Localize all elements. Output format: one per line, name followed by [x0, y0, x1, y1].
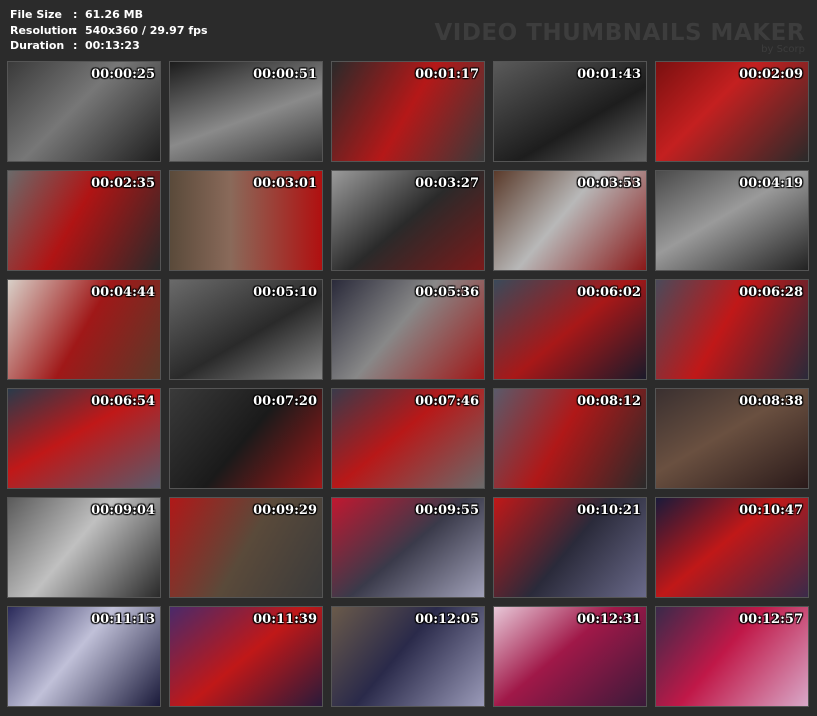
file-info: File Size : 61.26 MB Resolution : 540x36…: [10, 7, 208, 54]
video-thumbnail[interactable]: 00:05:36: [331, 279, 485, 380]
thumbnail-timestamp: 00:11:13: [91, 612, 155, 627]
duration-value: 00:13:23: [85, 39, 140, 52]
thumbnail-timestamp: 00:08:38: [739, 394, 803, 409]
video-thumbnail[interactable]: 00:03:27: [331, 170, 485, 271]
video-thumbnail[interactable]: 00:03:53: [493, 170, 647, 271]
brand-subtitle: by Scorp: [761, 44, 805, 55]
colon: :: [73, 23, 78, 37]
video-thumbnail[interactable]: 00:00:25: [7, 61, 161, 162]
resolution-value: 540x360 / 29.97 fps: [85, 23, 208, 37]
thumbnail-timestamp: 00:10:47: [739, 503, 803, 518]
thumbnail-timestamp: 00:12:31: [577, 612, 641, 627]
thumbnail-timestamp: 00:02:09: [739, 67, 803, 82]
video-thumbnail[interactable]: 00:03:01: [169, 170, 323, 271]
thumbnail-timestamp: 00:05:36: [415, 285, 479, 300]
brand-watermark: VIDEO THUMBNAILS MAKER by Scorp: [434, 20, 805, 55]
thumbnail-timestamp: 00:03:27: [415, 176, 479, 191]
video-thumbnail[interactable]: 00:00:51: [169, 61, 323, 162]
video-thumbnail[interactable]: 00:05:10: [169, 279, 323, 380]
video-thumbnail[interactable]: 00:02:09: [655, 61, 809, 162]
video-thumbnail[interactable]: 00:11:39: [169, 606, 323, 707]
thumbnail-timestamp: 00:12:05: [415, 612, 479, 627]
file-size-row: File Size : 61.26 MB: [10, 7, 208, 23]
thumbnail-grid: 00:00:25 00:00:51 00:01:17 00:01:43 00:02:09…: [4, 60, 814, 714]
thumbnail-timestamp: 00:01:43: [577, 67, 641, 82]
thumbnail-timestamp: 00:02:35: [91, 176, 155, 191]
thumbnail-timestamp: 00:12:57: [739, 612, 803, 627]
video-thumbnail[interactable]: 00:06:02: [493, 279, 647, 380]
video-thumbnail[interactable]: 00:06:54: [7, 388, 161, 489]
duration-label: Duration: [10, 39, 65, 52]
resolution-label: Resolution: [10, 23, 77, 37]
thumbnail-timestamp: 00:03:01: [253, 176, 317, 191]
colon: :: [73, 8, 78, 21]
video-thumbnail[interactable]: 00:01:43: [493, 61, 647, 162]
file-size-value: 61.26 MB: [85, 8, 143, 21]
thumbnail-timestamp: 00:09:55: [415, 503, 479, 518]
video-thumbnail[interactable]: 00:12:57: [655, 606, 809, 707]
thumbnail-timestamp: 00:08:12: [577, 394, 641, 409]
thumbnail-timestamp: 00:01:17: [415, 67, 479, 82]
duration-row: Duration : 00:13:23: [10, 38, 208, 54]
video-thumbnail[interactable]: 00:01:17: [331, 61, 485, 162]
thumbnail-timestamp: 00:10:21: [577, 503, 641, 518]
video-thumbnail[interactable]: 00:12:31: [493, 606, 647, 707]
video-thumbnail[interactable]: 00:07:20: [169, 388, 323, 489]
thumbnail-timestamp: 00:09:04: [91, 503, 155, 518]
video-thumbnail[interactable]: 00:08:38: [655, 388, 809, 489]
video-thumbnail[interactable]: 00:04:44: [7, 279, 161, 380]
colon: :: [73, 39, 78, 52]
resolution-row: Resolution : 540x360 / 29.97 fps: [10, 23, 208, 39]
video-thumbnail[interactable]: 00:11:13: [7, 606, 161, 707]
video-thumbnail[interactable]: 00:07:46: [331, 388, 485, 489]
thumbnail-timestamp: 00:05:10: [253, 285, 317, 300]
thumbnail-timestamp: 00:00:25: [91, 67, 155, 82]
video-thumbnail[interactable]: 00:09:29: [169, 497, 323, 598]
thumbnail-timestamp: 00:11:39: [253, 612, 317, 627]
thumbnail-timestamp: 00:09:29: [253, 503, 317, 518]
video-thumbnail[interactable]: 00:06:28: [655, 279, 809, 380]
thumbnail-timestamp: 00:06:28: [739, 285, 803, 300]
thumbnail-timestamp: 00:07:20: [253, 394, 317, 409]
thumbnail-timestamp: 00:04:44: [91, 285, 155, 300]
video-thumbnail[interactable]: 00:10:21: [493, 497, 647, 598]
thumbnail-timestamp: 00:00:51: [253, 67, 317, 82]
video-thumbnail[interactable]: 00:09:55: [331, 497, 485, 598]
video-thumbnail[interactable]: 00:08:12: [493, 388, 647, 489]
video-thumbnail[interactable]: 00:10:47: [655, 497, 809, 598]
brand-title: VIDEO THUMBNAILS MAKER: [434, 20, 805, 46]
file-size-label: File Size: [10, 8, 62, 21]
thumbnail-timestamp: 00:04:19: [739, 176, 803, 191]
video-thumbnail[interactable]: 00:04:19: [655, 170, 809, 271]
header: File Size : 61.26 MB Resolution : 540x36…: [0, 0, 817, 60]
video-thumbnail[interactable]: 00:09:04: [7, 497, 161, 598]
video-thumbnail[interactable]: 00:12:05: [331, 606, 485, 707]
thumbnail-timestamp: 00:07:46: [415, 394, 479, 409]
thumbnail-timestamp: 00:03:53: [577, 176, 641, 191]
video-thumbnail[interactable]: 00:02:35: [7, 170, 161, 271]
thumbnail-timestamp: 00:06:02: [577, 285, 641, 300]
thumbnail-timestamp: 00:06:54: [91, 394, 155, 409]
